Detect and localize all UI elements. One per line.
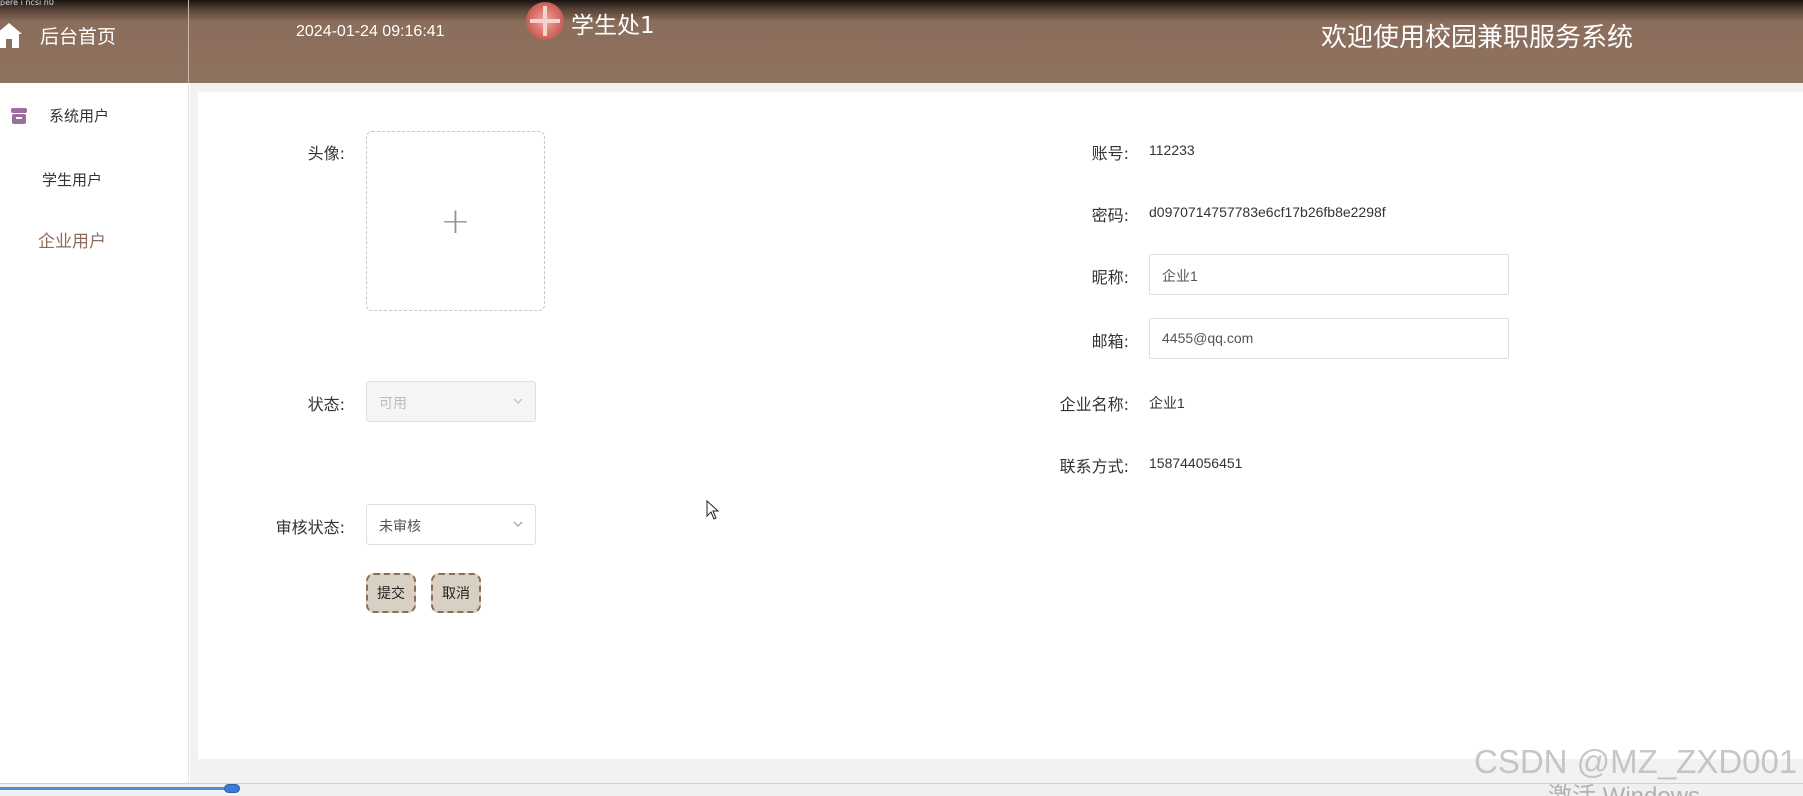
contact-value: 158744056451 (1149, 455, 1243, 471)
current-datetime: 2024-01-24 09:16:41 (296, 23, 445, 40)
sidebar-group-system-users[interactable]: 系统用户 (10, 105, 109, 126)
home-link[interactable]: 后台首页 (0, 0, 189, 83)
status-select-value: 可用 (379, 396, 407, 412)
horizontal-scrollbar[interactable] (0, 783, 1803, 796)
contact-label: 联系方式: (1059, 457, 1129, 476)
home-icon (0, 23, 22, 48)
archive-icon (11, 107, 27, 124)
sidebar-item-student-users[interactable]: 学生用户 (0, 169, 189, 190)
email-input[interactable]: 4455@qq.com (1149, 318, 1509, 359)
status-label: 状态: (307, 395, 345, 414)
avatar-upload[interactable]: + (366, 131, 545, 311)
audit-status-select[interactable]: 未审核 (366, 504, 536, 545)
sidebar: 系统用户 学生用户 企业用户 (0, 83, 189, 783)
mouse-cursor-icon (706, 500, 720, 520)
activate-windows-text: 激活 Windows (1548, 776, 1700, 796)
audit-status-label: 审核状态: (275, 518, 345, 537)
welcome-title: 欢迎使用校园兼职服务系统 (1321, 23, 1634, 53)
password-label: 密码: (1091, 206, 1129, 225)
chevron-down-icon (513, 398, 523, 404)
plus-icon: + (440, 200, 471, 242)
cancel-button[interactable]: 取消 (431, 573, 481, 613)
nickname-input-value: 企业1 (1162, 268, 1198, 284)
email-input-value: 4455@qq.com (1162, 330, 1254, 346)
home-label: 后台首页 (40, 26, 117, 48)
nickname-label: 昵称: (1091, 268, 1129, 287)
company-name-value: 企业1 (1149, 395, 1185, 411)
avatar-label: 头像: (307, 144, 345, 163)
status-select[interactable]: 可用 (366, 381, 536, 422)
user-avatar[interactable] (526, 2, 564, 40)
account-value: 112233 (1149, 142, 1195, 158)
chevron-down-icon (513, 521, 523, 527)
top-header: pere i ncsi n0 后台首页 2024-01-24 09:16:41 … (0, 0, 1803, 83)
account-label: 账号: (1091, 144, 1129, 163)
email-label: 邮箱: (1091, 332, 1129, 351)
sidebar-group-label: 系统用户 (49, 107, 110, 125)
sidebar-item-company-users[interactable]: 企业用户 (0, 227, 189, 252)
audit-status-select-value: 未审核 (379, 519, 421, 535)
password-value: d0970714757783e6cf17b26fb8e2298f (1149, 204, 1386, 220)
submit-button[interactable]: 提交 (366, 573, 416, 613)
scrollbar-progress (0, 787, 232, 790)
scrollbar-thumb[interactable] (224, 784, 240, 793)
nickname-input[interactable]: 企业1 (1149, 254, 1509, 295)
username[interactable]: 学生处1 (571, 6, 655, 40)
company-name-label: 企业名称: (1059, 395, 1129, 414)
